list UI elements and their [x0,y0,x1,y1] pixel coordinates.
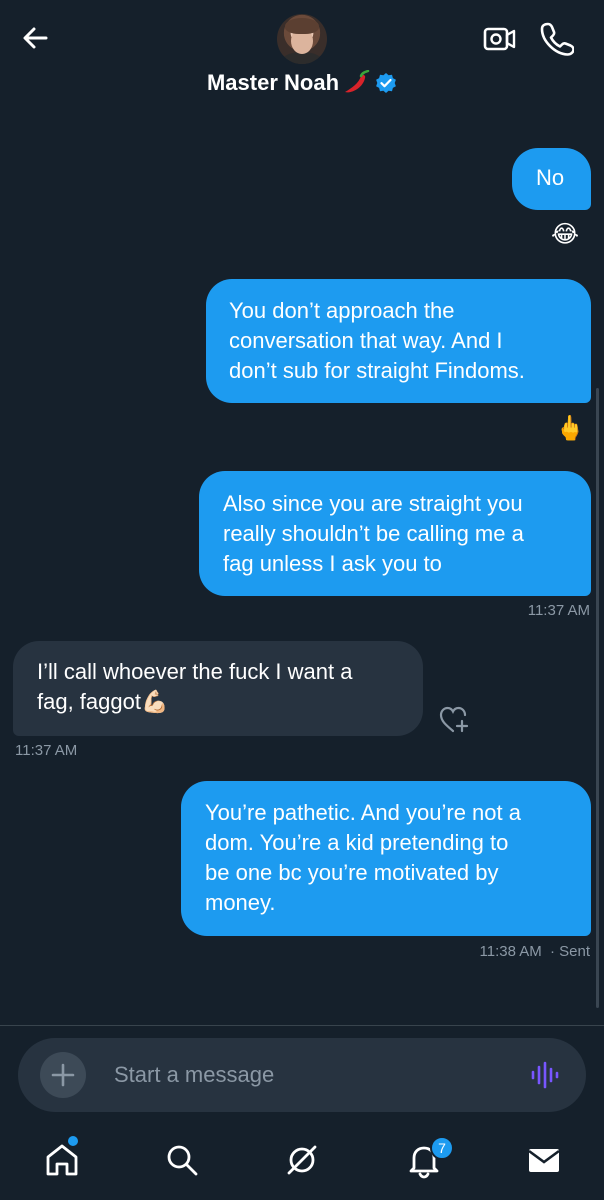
phone-icon [540,22,575,56]
bottom-tab-bar [0,1120,604,1200]
message-timestamp: 11:37 AM [527,602,590,619]
message-composer [18,1038,586,1112]
message-line: You’re pathetic. And you’re not a [205,800,521,825]
home-unread-dot [68,1136,78,1146]
tab-search[interactable] [162,1140,202,1180]
message-text: No [536,165,565,190]
divider [0,1025,604,1026]
heart-plus-icon [439,706,469,733]
message-line: money. [205,890,276,915]
message-line: conversation that way. And I [229,328,503,353]
scrollbar[interactable] [596,388,599,1008]
tab-grok[interactable] [282,1140,322,1180]
message-input[interactable] [114,1056,494,1094]
message-line: Also since you are straight you [223,491,523,516]
voice-call-button[interactable] [540,20,575,56]
voice-message-button[interactable] [530,1060,560,1090]
tab-messages[interactable] [524,1140,564,1180]
video-call-button[interactable] [482,22,518,56]
message-timestamp: 11:37 AM [15,742,78,759]
outgoing-message[interactable]: You’re pathetic. And you’re not a dom. Y… [181,781,591,936]
verified-badge-icon [375,72,397,94]
contact-name: Master Noah [206,70,340,95]
home-icon [46,1144,78,1176]
message-timestamp-row: 11:38 AM · Sent [480,943,590,960]
incoming-message[interactable]: I’ll call whoever the fuck I want a fag,… [13,641,423,736]
add-reaction-button[interactable] [438,704,470,736]
add-attachment-button[interactable] [40,1052,86,1098]
message-line: really shouldn’t be calling me a [223,521,524,546]
grok-icon [287,1145,317,1175]
back-button[interactable] [18,20,54,56]
message-status: · Sent [549,943,590,960]
chili-pepper-icon [341,69,371,96]
arrow-left-icon [23,27,48,49]
notification-badge: 7 [430,1136,454,1160]
message-line: don’t sub for straight Findoms. [229,358,525,383]
message-timestamp: 11:38 AM [479,943,542,960]
message-line: fag, faggot💪🏻 [37,689,169,714]
outgoing-message[interactable]: You don’t approach the conversation that… [206,279,591,403]
outgoing-message[interactable]: Also since you are straight you really s… [199,471,591,596]
tab-home[interactable] [42,1140,82,1180]
plus-icon [51,1063,75,1087]
outgoing-message[interactable]: No [512,148,591,210]
message-line: fag unless I ask you to [223,551,442,576]
search-icon [167,1145,198,1176]
reaction-emoji[interactable]: 😂 [551,220,579,249]
message-line: I’ll call whoever the fuck I want a [37,659,353,684]
contact-name-row[interactable]: Master Noah [0,69,604,102]
message-line: You don’t approach the [229,298,455,323]
message-line: be one bc you’re motivated by [205,860,499,885]
voice-waveform-icon [531,1061,559,1089]
mail-icon [528,1149,560,1172]
message-line: dom. You’re a kid pretending to [205,830,509,855]
avatar[interactable] [277,14,327,64]
conversation-header: Master Noah [0,0,604,120]
reaction-emoji[interactable]: 🖕 [555,414,585,443]
video-camera-icon [483,27,516,51]
